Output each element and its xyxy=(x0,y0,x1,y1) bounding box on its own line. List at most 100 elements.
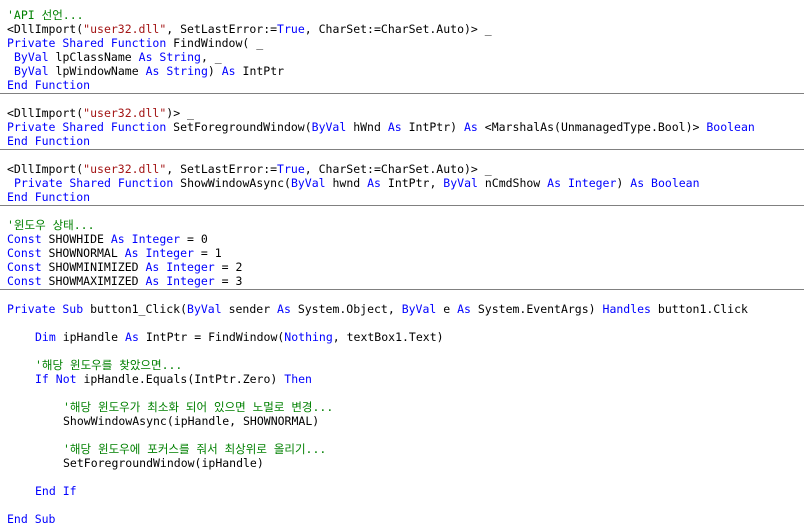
string-token: "user32.dll" xyxy=(83,162,167,176)
code-token: e xyxy=(436,302,458,316)
code-token: System.EventArgs) xyxy=(470,302,603,316)
code-line: Const SHOWMAXIMIZED As Integer = 3 xyxy=(0,274,804,288)
code-line: End Function xyxy=(0,190,804,204)
comment-token: '해당 윈도우에 포커스를 줘서 최상위로 올리기... xyxy=(63,442,327,456)
code-line: End If xyxy=(0,484,804,498)
code-token: <DllImport( xyxy=(7,22,84,36)
keyword-token: Private Shared Function xyxy=(7,36,167,50)
string-token: "user32.dll" xyxy=(83,106,167,120)
keyword-token: ByVal xyxy=(14,50,49,64)
code-line: '해당 윈도우가 최소화 되어 있으면 노멀로 변경... xyxy=(0,400,804,414)
keyword-token: Private Shared Function xyxy=(14,176,174,190)
code-token: ShowWindowAsync(ipHandle, SHOWNORMAL) xyxy=(63,414,320,428)
code-token: SHOWHIDE xyxy=(41,232,111,246)
comment-token: '해당 윈도우가 최소화 되어 있으면 노멀로 변경... xyxy=(63,400,334,414)
comment-token: 'API 선언... xyxy=(7,8,84,22)
keyword-token: As xyxy=(367,176,381,190)
code-token: , SetLastError:= xyxy=(166,22,278,36)
code-token: SHOWMAXIMIZED xyxy=(41,274,146,288)
code-line: '해당 윈도우에 포커스를 줘서 최상위로 올리기... xyxy=(0,442,804,456)
keyword-token: Handles xyxy=(602,302,651,316)
keyword-token: Const xyxy=(7,260,42,274)
keyword-token: ByVal xyxy=(187,302,222,316)
keyword-token: As xyxy=(387,120,402,134)
code-line: ByVal lpWindowName As String) As IntPtr xyxy=(0,64,804,78)
code-token: SetForegroundWindow( xyxy=(166,120,312,134)
code-line: '해당 윈도우를 찾았으면... xyxy=(0,358,804,372)
keyword-token: Dim xyxy=(35,330,56,344)
keyword-token: As xyxy=(457,302,471,316)
keyword-token: End Function xyxy=(7,78,91,92)
code-line: ShowWindowAsync(ipHandle, SHOWNORMAL) xyxy=(0,414,804,428)
code-token: , textBox1.Text) xyxy=(332,330,444,344)
code-token: = 1 xyxy=(193,246,222,260)
code-token: FindWindow( _ xyxy=(166,36,264,50)
code-token: )> _ xyxy=(166,106,194,120)
code-token: System.Object, xyxy=(290,302,402,316)
code-line: ByVal lpClassName As String, _ xyxy=(0,50,804,64)
code-token: button1.Click xyxy=(650,302,748,316)
code-line: '윈도우 상태... xyxy=(0,218,804,232)
keyword-token: Boolean xyxy=(706,120,755,134)
code-token: SetForegroundWindow(ipHandle) xyxy=(63,456,264,470)
code-line: Private Shared Function FindWindow( _ xyxy=(0,36,804,50)
keyword-token: As xyxy=(221,64,236,78)
code-token: hwnd xyxy=(325,176,368,190)
keyword-token: End Function xyxy=(7,134,91,148)
code-token: SHOWNORMAL xyxy=(41,246,125,260)
code-token: IntPtr, xyxy=(380,176,444,190)
keyword-token: ByVal xyxy=(311,120,347,134)
code-token: IntPtr) xyxy=(401,120,464,134)
code-line: If Not ipHandle.Equals(IntPtr.Zero) Then xyxy=(0,372,804,386)
keyword-token: ByVal xyxy=(443,176,478,190)
code-line: Dim ipHandle As IntPtr = FindWindow(Noth… xyxy=(0,330,804,344)
keyword-token: End Sub xyxy=(7,512,56,526)
code-token: , _ xyxy=(200,50,222,64)
string-token: "user32.dll" xyxy=(83,22,167,36)
code-token: ) xyxy=(207,64,222,78)
code-token: sender xyxy=(221,302,278,316)
keyword-token: Private Sub xyxy=(7,302,84,316)
code-line: Const SHOWNORMAL As Integer = 1 xyxy=(0,246,804,260)
code-token: SHOWMINIMIZED xyxy=(41,260,146,274)
code-token: <MarshalAs(UnmanagedType.Bool)> xyxy=(477,120,707,134)
keyword-token: Const xyxy=(7,246,42,260)
code-token: <DllImport( xyxy=(7,162,84,176)
method-separator xyxy=(0,289,804,290)
keyword-token: As Integer xyxy=(124,246,194,260)
keyword-token: ByVal xyxy=(290,176,326,190)
keyword-token: True xyxy=(277,162,305,176)
code-token: lpWindowName xyxy=(48,64,146,78)
keyword-token: Then xyxy=(284,372,312,386)
keyword-token: If Not xyxy=(35,372,77,386)
method-separator xyxy=(0,205,804,206)
code-line: End Function xyxy=(0,78,804,92)
keyword-token: ByVal xyxy=(14,64,49,78)
code-token: ipHandle.Equals(IntPtr.Zero) xyxy=(76,372,285,386)
code-line: Private Shared Function SetForegroundWin… xyxy=(0,120,804,134)
code-token: IntPtr = FindWindow( xyxy=(138,330,285,344)
keyword-token: As String xyxy=(138,50,201,64)
code-token: , CharSet:=CharSet.Auto)> _ xyxy=(304,162,492,176)
code-token: lpClassName xyxy=(48,50,139,64)
keyword-token: As xyxy=(125,330,139,344)
code-line: Private Shared Function ShowWindowAsync(… xyxy=(0,176,804,190)
keyword-token: ByVal xyxy=(401,302,437,316)
keyword-token: As Integer xyxy=(145,274,215,288)
keyword-token: As Integer xyxy=(145,260,215,274)
keyword-token: True xyxy=(277,22,305,36)
comment-token: '해당 윈도우를 찾았으면... xyxy=(35,358,183,372)
keyword-token: As String xyxy=(145,64,208,78)
keyword-token: As Integer xyxy=(547,176,617,190)
code-editor[interactable]: 'API 선언... <DllImport("user32.dll", SetLa… xyxy=(0,0,804,530)
keyword-token: As Boolean xyxy=(630,176,700,190)
keyword-token: Const xyxy=(7,274,42,288)
code-line: Const SHOWMINIMIZED As Integer = 2 xyxy=(0,260,804,274)
code-token: nCmdShow xyxy=(477,176,548,190)
